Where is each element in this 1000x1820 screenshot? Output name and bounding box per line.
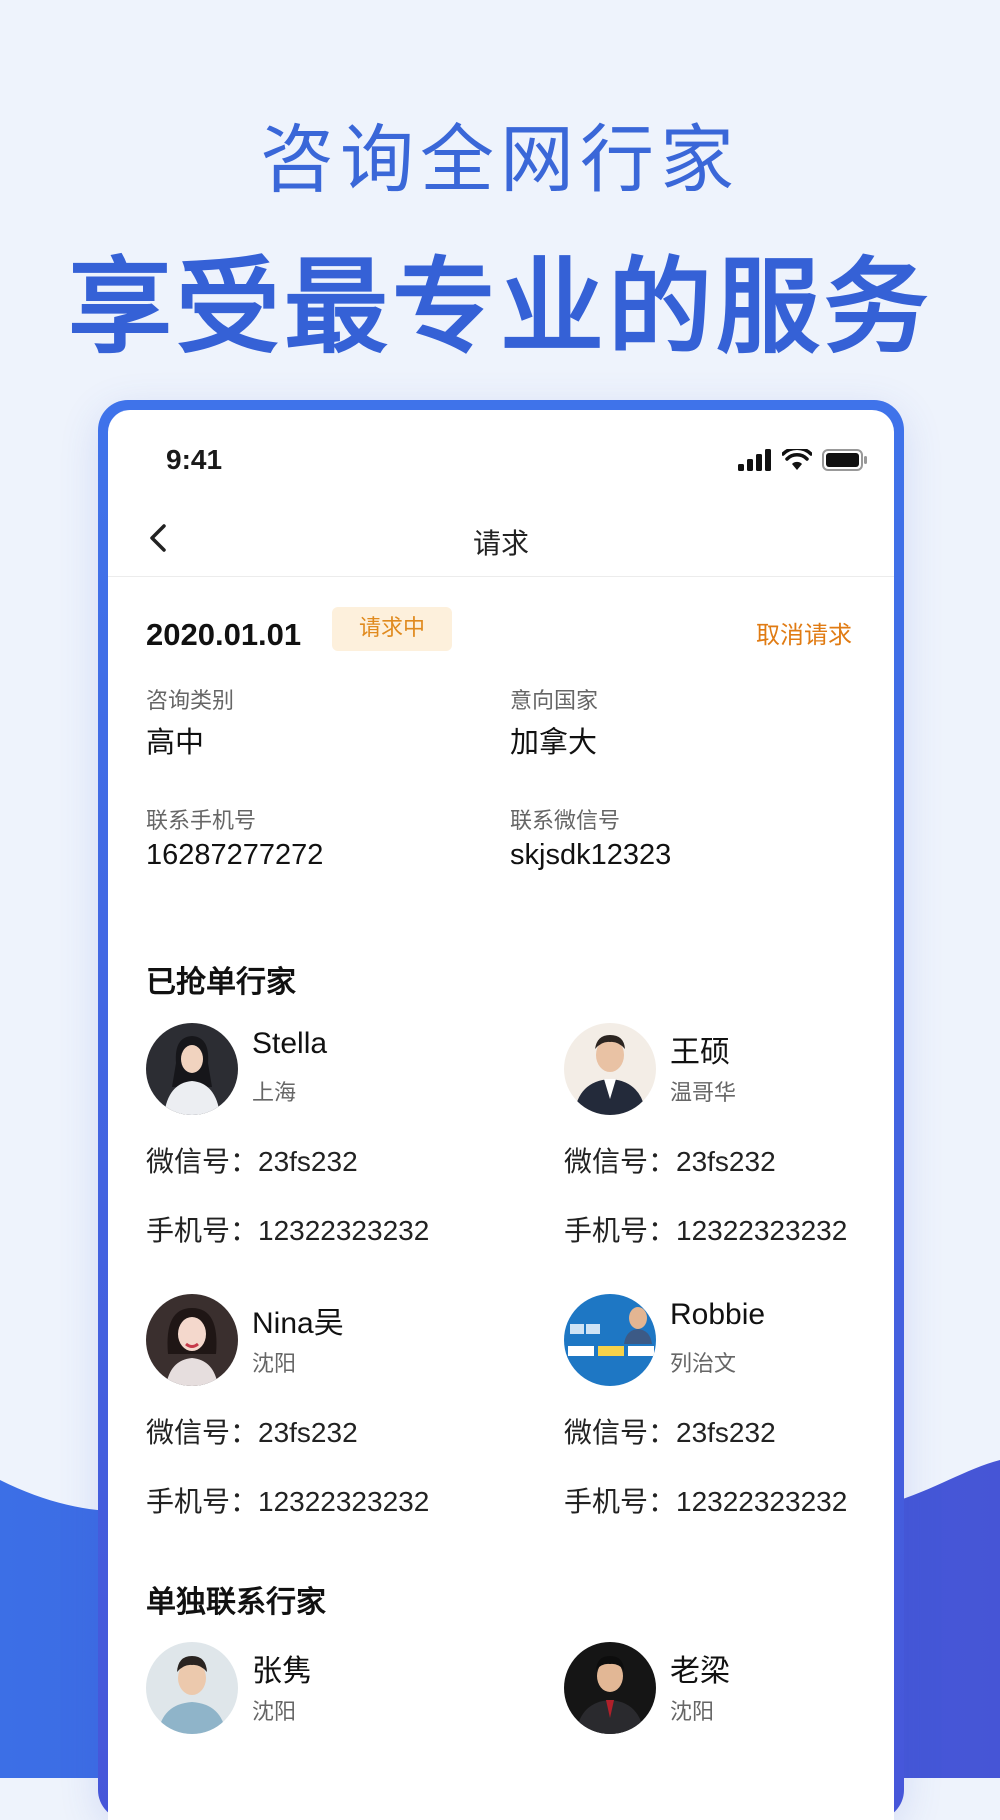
expert-card[interactable]: 张隽 沈阳 xyxy=(146,1642,466,1752)
status-icons xyxy=(738,448,868,472)
expert-phone: 手机号：12322323232 xyxy=(146,1486,430,1517)
field-label-category: 咨询类别 xyxy=(146,689,235,714)
field-value-category: 高中 xyxy=(146,727,205,759)
expert-wechat: 微信号：23fs232 xyxy=(146,1146,358,1177)
expert-phone: 手机号：12322323232 xyxy=(146,1215,430,1246)
expert-name: 王硕 xyxy=(670,1036,730,1069)
field-label-wechat: 联系微信号 xyxy=(510,809,621,834)
expert-card[interactable]: Robbie 列治文 微信号：23fs232 手机号：12322323232 xyxy=(564,1294,884,1544)
hero-headline: 咨询全网行家 xyxy=(260,117,740,203)
direct-contact-title: 单独联系行家 xyxy=(146,1585,326,1620)
expert-city: 列治文 xyxy=(670,1352,737,1377)
signal-icon xyxy=(738,449,771,471)
expert-city: 沈阳 xyxy=(252,1352,297,1377)
nav-bar: 请求 xyxy=(108,500,894,577)
field-label-phone: 联系手机号 xyxy=(146,809,257,834)
field-label-country: 意向国家 xyxy=(510,689,599,714)
status-time: 9:41 xyxy=(166,444,223,475)
expert-phone: 手机号：12322323232 xyxy=(564,1486,848,1517)
grabbed-experts-title: 已抢单行家 xyxy=(146,965,296,1000)
expert-card[interactable]: Nina吴 沈阳 微信号：23fs232 手机号：12322323232 xyxy=(146,1294,466,1544)
avatar xyxy=(146,1642,238,1734)
expert-city: 沈阳 xyxy=(670,1700,715,1725)
avatar xyxy=(564,1294,656,1386)
expert-city: 沈阳 xyxy=(252,1700,297,1725)
avatar xyxy=(146,1023,238,1115)
status-bar: 9:41 xyxy=(108,410,894,500)
expert-wechat: 微信号：23fs232 xyxy=(146,1417,358,1448)
expert-name: Nina吴 xyxy=(252,1307,344,1340)
expert-name: 张隽 xyxy=(252,1655,312,1688)
status-badge: 请求中 xyxy=(332,607,452,651)
avatar xyxy=(146,1294,238,1386)
expert-card[interactable]: 老梁 沈阳 xyxy=(564,1642,884,1752)
phone-screen: 9:41 请求 2020.01.01 请求中 取消请求 咨询类别 高中 意向国家… xyxy=(108,410,894,1820)
expert-city: 温哥华 xyxy=(670,1081,737,1106)
battery-icon xyxy=(822,449,867,471)
expert-city: 上海 xyxy=(252,1081,297,1106)
avatar xyxy=(564,1023,656,1115)
expert-card[interactable]: 王硕 温哥华 微信号：23fs232 手机号：12322323232 xyxy=(564,1023,884,1273)
field-value-phone: 16287277272 xyxy=(146,839,324,871)
phone-frame: 9:41 请求 2020.01.01 请求中 取消请求 咨询类别 高中 意向国家… xyxy=(98,400,904,1820)
field-value-country: 加拿大 xyxy=(510,727,598,759)
expert-name: Stella xyxy=(252,1027,328,1060)
expert-name: Robbie xyxy=(670,1298,766,1331)
expert-name: 老梁 xyxy=(670,1655,730,1688)
page-title: 请求 xyxy=(472,527,529,560)
request-date: 2020.01.01 xyxy=(146,617,302,652)
expert-wechat: 微信号：23fs232 xyxy=(564,1417,776,1448)
hero-slogan: 享受最专业的服务 xyxy=(67,246,932,368)
cancel-request-button[interactable]: 取消请求 xyxy=(756,615,852,650)
expert-wechat: 微信号：23fs232 xyxy=(564,1146,776,1177)
expert-phone: 手机号：12322323232 xyxy=(564,1215,848,1246)
avatar xyxy=(564,1642,656,1734)
expert-card[interactable]: Stella 上海 微信号：23fs232 手机号：12322323232 xyxy=(146,1023,466,1273)
field-value-wechat: skjsdk12323 xyxy=(510,839,672,871)
wifi-icon xyxy=(782,449,812,470)
